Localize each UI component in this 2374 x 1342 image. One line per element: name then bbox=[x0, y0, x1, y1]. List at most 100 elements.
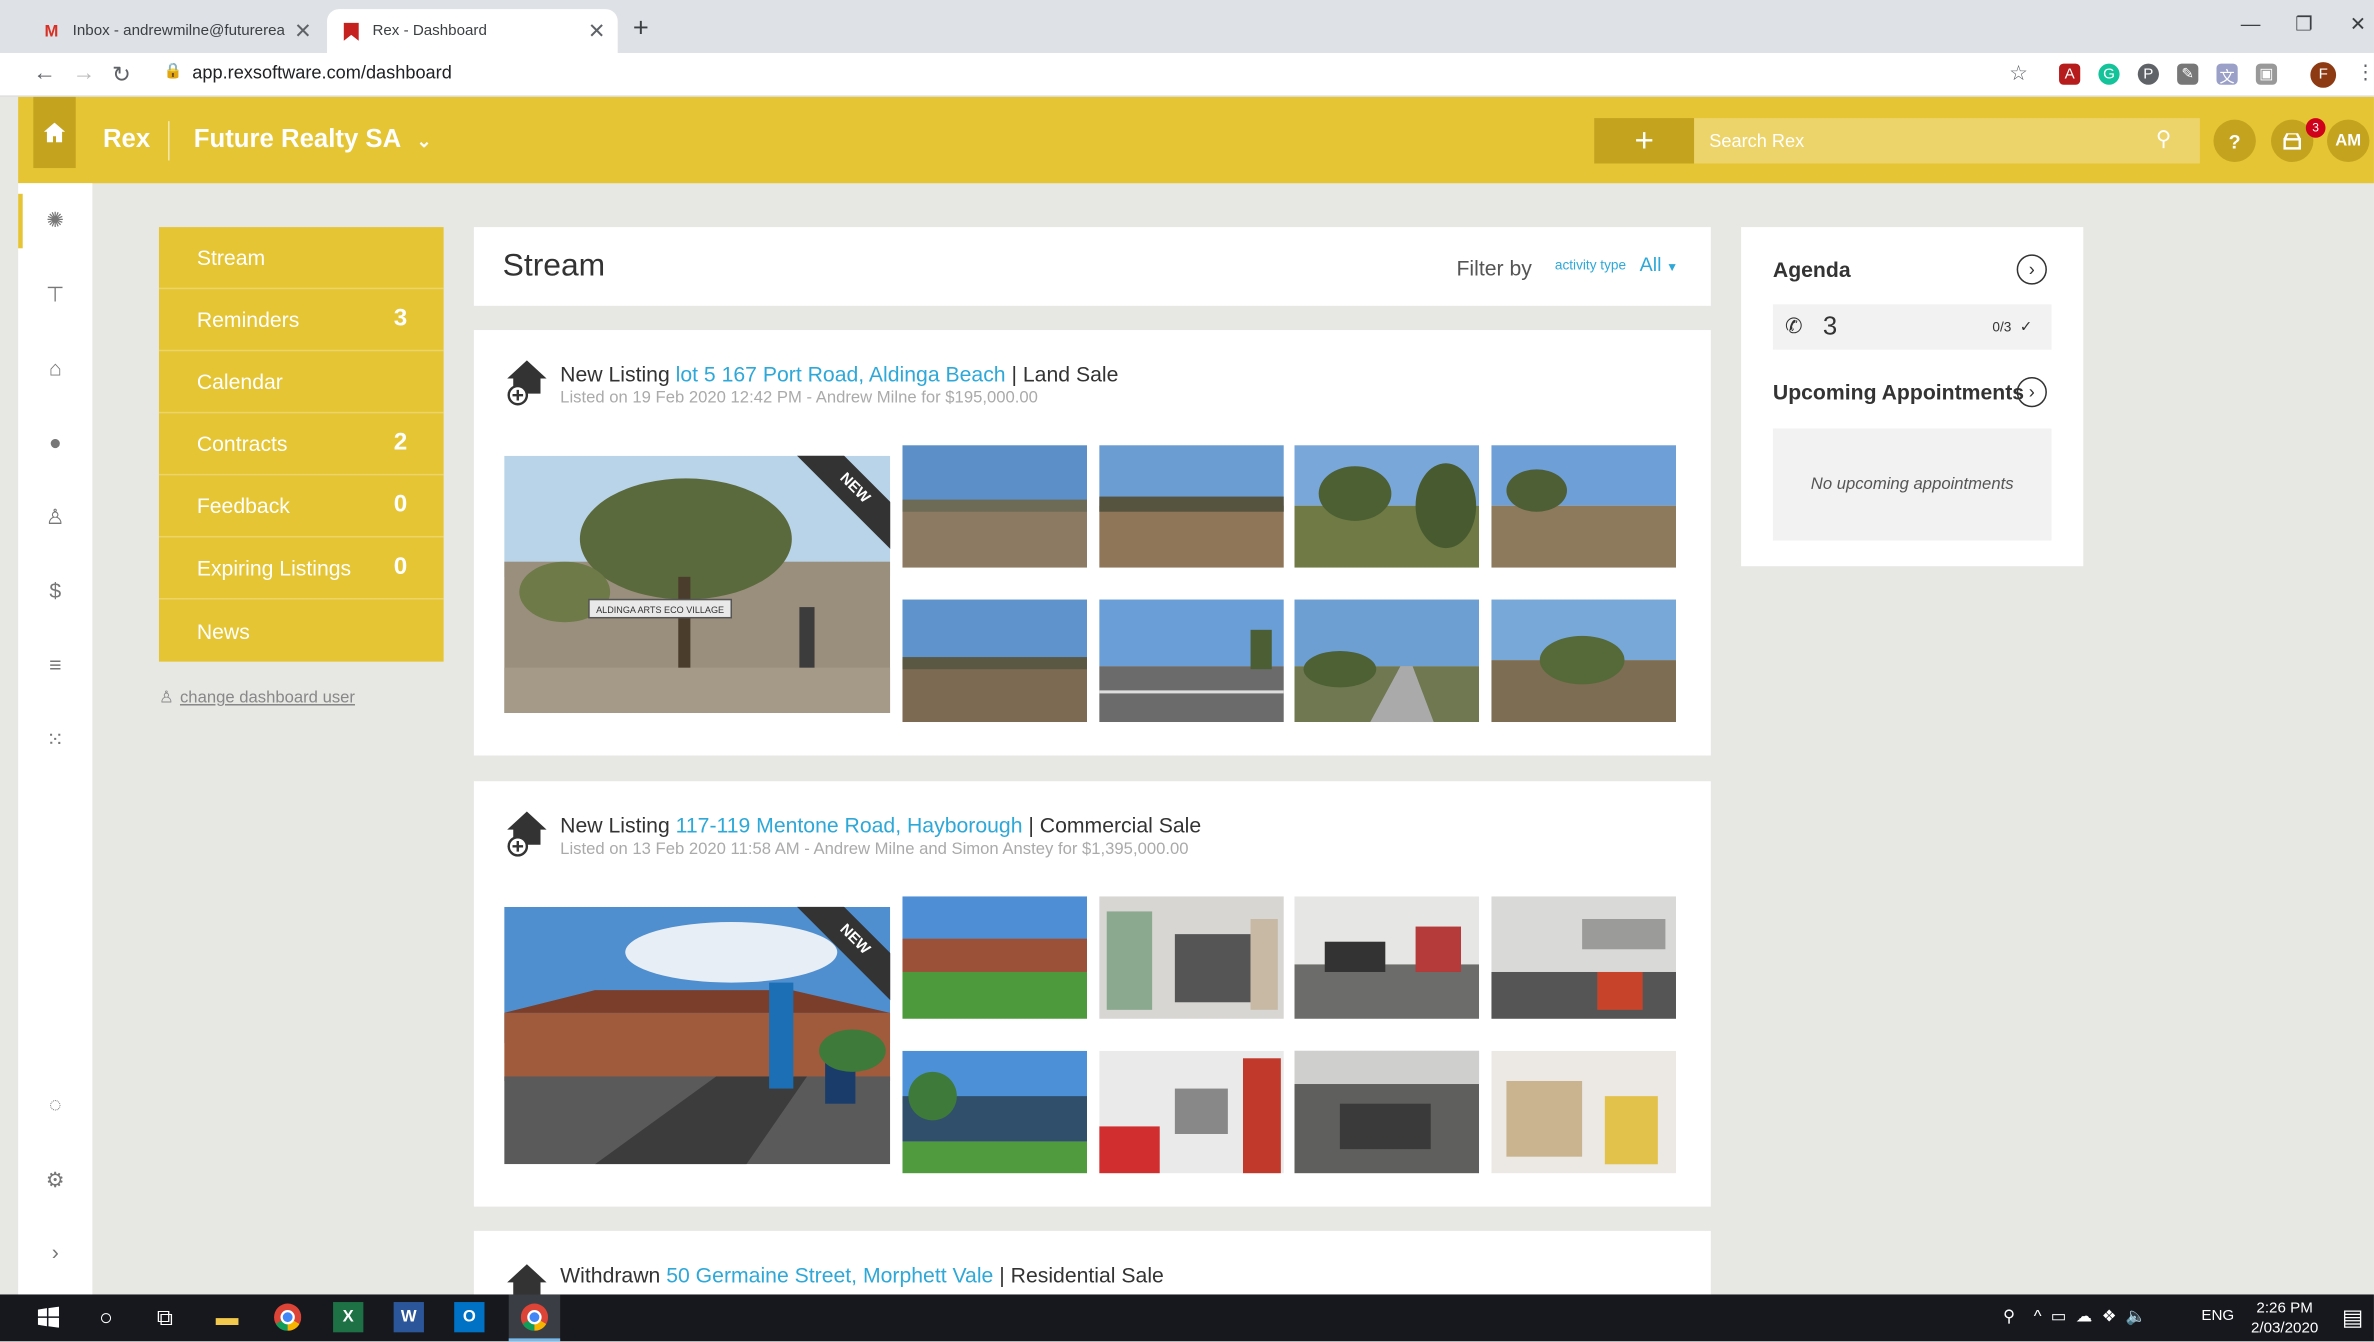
listing-thumbnail[interactable] bbox=[1294, 896, 1480, 1019]
listing-thumbnail[interactable] bbox=[1491, 445, 1676, 568]
listing-address-link[interactable]: 117-119 Mentone Road, Hayborough bbox=[676, 813, 1023, 837]
gear-icon[interactable]: ⚙ bbox=[18, 1167, 92, 1197]
clock-date: 2/03/2020 bbox=[2250, 1320, 2319, 1337]
caret-down-icon: ▼ bbox=[1666, 260, 1679, 275]
calls-summary[interactable]: ✆ 3 0/3 ✓ bbox=[1772, 304, 2052, 350]
restore-button[interactable]: ❐ bbox=[2295, 12, 2313, 36]
refresh-icon[interactable]: ◌ bbox=[18, 1092, 92, 1122]
listing-meta: Listed on 19 Feb 2020 12:42 PM - Andrew … bbox=[560, 389, 1038, 408]
windows-start-icon[interactable] bbox=[33, 1302, 63, 1332]
change-dashboard-user-link[interactable]: ♙ change dashboard user bbox=[159, 687, 355, 707]
action-center-icon[interactable]: ▤ bbox=[2338, 1302, 2368, 1332]
properties-icon[interactable]: ⌂ bbox=[18, 356, 92, 386]
task-view-icon[interactable]: ⧉ bbox=[150, 1302, 180, 1332]
edit-extension-icon[interactable]: ✎ bbox=[2177, 63, 2199, 85]
agency-name: Future Realty SA bbox=[193, 124, 401, 153]
expand-chevron-icon[interactable]: › bbox=[18, 1240, 92, 1270]
close-tab-icon[interactable]: ✕ bbox=[588, 18, 606, 44]
close-tab-icon[interactable]: ✕ bbox=[294, 18, 312, 44]
menu-item-reminders[interactable]: Reminders 3 bbox=[158, 289, 444, 352]
listing-thumbnail[interactable] bbox=[902, 896, 1088, 1019]
search-input[interactable] bbox=[1694, 118, 2200, 164]
menu-item-feedback[interactable]: Feedback 0 bbox=[158, 475, 444, 538]
leads-icon[interactable]: ♙ bbox=[18, 504, 92, 534]
reports-icon[interactable]: ≡ bbox=[18, 653, 92, 683]
contacts-icon[interactable]: ● bbox=[18, 430, 92, 460]
calls-ratio: 0/3 ✓ bbox=[1992, 319, 2033, 337]
clock[interactable]: 2:26 PM 2/03/2020 bbox=[2238, 1299, 2332, 1338]
stream-card: New Listing lot 5 167 Port Road, Aldinga… bbox=[473, 330, 1711, 756]
minimize-button[interactable]: — bbox=[2241, 12, 2261, 35]
listing-thumbnail[interactable] bbox=[902, 445, 1088, 568]
listing-thumbnail[interactable] bbox=[1491, 599, 1676, 723]
word-icon[interactable]: W bbox=[393, 1302, 424, 1333]
dashboard-icon[interactable]: ✺ bbox=[18, 207, 92, 237]
menu-dots-icon[interactable]: ⋮ bbox=[2356, 61, 2374, 85]
pdf-extension-icon[interactable]: A bbox=[2059, 63, 2081, 85]
star-icon[interactable]: ☆ bbox=[2009, 61, 2028, 87]
profile-avatar[interactable]: F bbox=[2310, 62, 2337, 88]
header-divider bbox=[168, 121, 170, 161]
menu-item-news[interactable]: News bbox=[159, 600, 444, 662]
new-tab-button[interactable]: + bbox=[633, 12, 649, 44]
add-button[interactable]: + bbox=[1594, 118, 1695, 164]
file-explorer-icon[interactable]: ▬ bbox=[212, 1302, 242, 1332]
close-window-button[interactable]: ✕ bbox=[2350, 12, 2367, 36]
menu-item-count: 0 bbox=[393, 554, 408, 580]
menu-item-expiring-listings[interactable]: Expiring Listings 0 bbox=[158, 537, 444, 600]
listing-thumbnail[interactable] bbox=[1491, 1050, 1676, 1174]
home-icon[interactable] bbox=[33, 96, 76, 169]
appointments-open-icon[interactable]: › bbox=[2016, 376, 2047, 408]
activity-type-label[interactable]: activity type bbox=[1555, 257, 1626, 272]
listing-main-photo[interactable]: ALDINGA ARTS ECO VILLAGE NEW bbox=[504, 455, 891, 714]
reload-icon[interactable]: ↻ bbox=[112, 61, 131, 88]
back-icon[interactable]: ← bbox=[33, 61, 56, 87]
agenda-open-icon[interactable]: › bbox=[2016, 254, 2047, 285]
url-field[interactable]: app.rexsoftware.com/dashboard bbox=[192, 62, 452, 83]
listing-address-link[interactable]: lot 5 167 Port Road, Aldinga Beach bbox=[676, 362, 1006, 386]
agency-switcher[interactable]: Future Realty SA ⌄ bbox=[194, 124, 432, 154]
forward-icon[interactable]: → bbox=[73, 61, 96, 87]
tab-gmail[interactable]: M Inbox - andrewmilne@futurereal ✕ bbox=[27, 9, 324, 53]
agenda-panel: Agenda › ✆ 3 0/3 ✓ Upcoming Appointments… bbox=[1741, 227, 2084, 567]
excel-icon[interactable]: X bbox=[333, 1302, 364, 1333]
chrome-icon[interactable] bbox=[273, 1302, 303, 1332]
translate-extension-icon[interactable]: 文 bbox=[2216, 63, 2238, 86]
screenshot-extension-icon[interactable]: ▣ bbox=[2255, 63, 2278, 85]
menu-item-label: Calendar bbox=[196, 369, 283, 394]
activity-type-dropdown[interactable]: All ▼ bbox=[1640, 253, 1678, 276]
system-tray-icons[interactable]: ⚲ ^ ▭ ☁ ❖ 🔈 bbox=[2003, 1307, 2147, 1326]
search-circle-icon[interactable]: ○ bbox=[91, 1302, 121, 1332]
listings-sign-icon[interactable]: ⊤ bbox=[18, 282, 92, 312]
user-avatar[interactable]: AM bbox=[2327, 119, 2370, 162]
listing-thumbnail[interactable] bbox=[1294, 445, 1480, 568]
listing-thumbnail[interactable] bbox=[1491, 896, 1676, 1019]
apps-grid-icon[interactable]: ⁙ bbox=[18, 727, 92, 757]
listing-thumbnail[interactable] bbox=[902, 1050, 1088, 1174]
dollar-icon[interactable]: $ bbox=[18, 578, 92, 608]
menu-item-contracts[interactable]: Contracts 2 bbox=[158, 413, 444, 476]
pinterest-extension-icon[interactable]: P bbox=[2137, 63, 2159, 85]
menu-item-stream[interactable]: Stream bbox=[158, 227, 444, 290]
menu-item-calendar[interactable]: Calendar bbox=[158, 351, 444, 414]
tab-rex-dashboard[interactable]: Rex - Dashboard ✕ bbox=[327, 9, 618, 53]
help-button[interactable]: ? bbox=[2213, 119, 2256, 162]
listing-address-link[interactable]: 50 Germaine Street, Morphett Vale bbox=[666, 1263, 993, 1287]
search-icon[interactable]: ⚲ bbox=[2156, 126, 2172, 152]
listing-thumbnail[interactable] bbox=[902, 599, 1088, 723]
lock-icon: 🔒 bbox=[163, 63, 183, 81]
app-header: Rex Future Realty SA ⌄ + ⚲ ? 3 AM bbox=[18, 96, 2374, 184]
listing-thumbnail[interactable] bbox=[1099, 599, 1284, 723]
listing-thumbnail[interactable] bbox=[1099, 445, 1284, 568]
listing-thumbnail[interactable] bbox=[1294, 1050, 1480, 1174]
listing-main-photo[interactable]: NEW bbox=[504, 906, 891, 1165]
listing-thumbnail[interactable] bbox=[1099, 1050, 1284, 1174]
outlook-icon[interactable]: O bbox=[454, 1302, 485, 1333]
brand-logo[interactable]: Rex bbox=[103, 124, 150, 154]
listing-title: Withdrawn 50 Germaine Street, Morphett V… bbox=[560, 1262, 1164, 1287]
listing-thumbnail[interactable] bbox=[1099, 896, 1284, 1019]
listing-thumbnail[interactable] bbox=[1294, 599, 1480, 723]
grammarly-extension-icon[interactable]: G bbox=[2098, 63, 2120, 85]
chrome-active-icon[interactable] bbox=[508, 1294, 561, 1342]
language-indicator[interactable]: ENG bbox=[2201, 1308, 2234, 1325]
